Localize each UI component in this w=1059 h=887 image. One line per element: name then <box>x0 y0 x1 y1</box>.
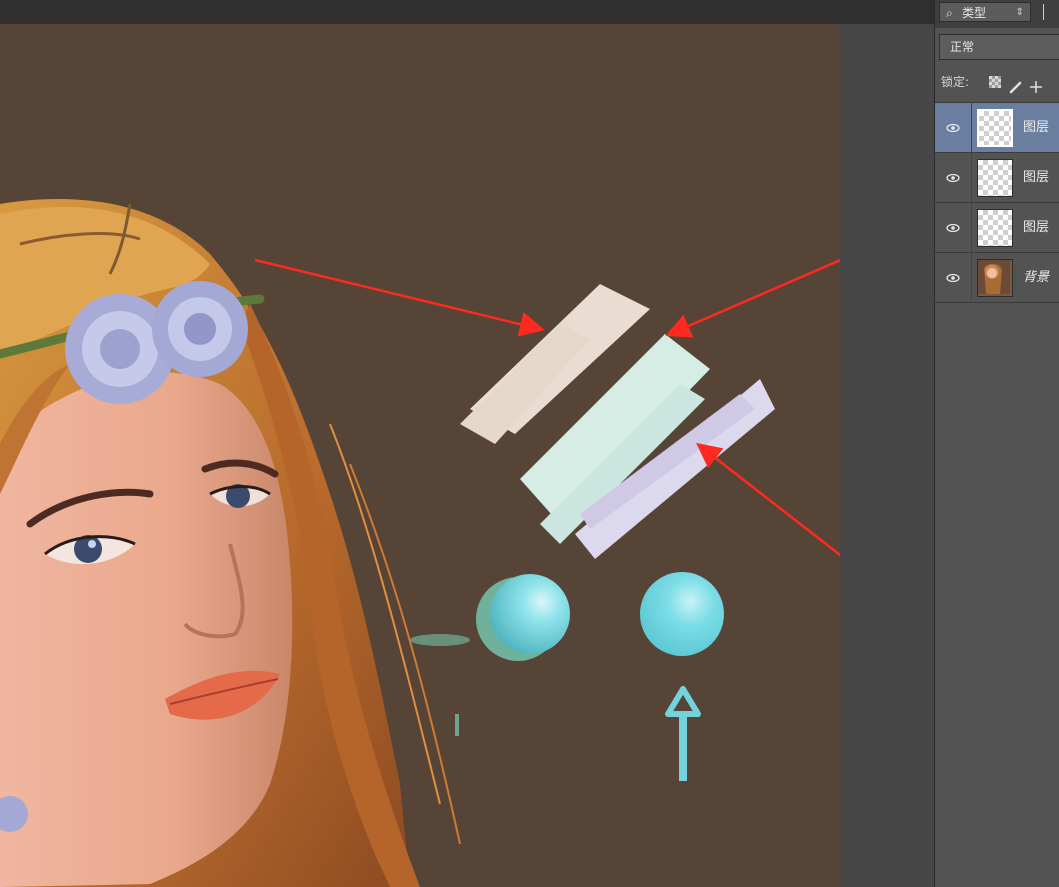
layer-row[interactable]: 图层 <box>935 153 1059 203</box>
layer-name[interactable]: 背景 <box>1023 253 1049 303</box>
layer-name[interactable]: 图层 <box>1023 203 1049 253</box>
lock-position-move-icon[interactable] <box>1029 76 1042 93</box>
layer-thumbnail <box>977 109 1013 147</box>
filter-type-label: 类型 <box>962 6 987 20</box>
blend-mode-dropdown[interactable]: 正常 <box>939 34 1059 60</box>
updown-icon: ⇕ <box>1015 7 1024 18</box>
layer-name[interactable]: 图层 <box>1023 103 1049 153</box>
lock-label: 锁定: <box>941 75 970 89</box>
eye-visibility-icon[interactable] <box>945 270 961 286</box>
eye-visibility-icon[interactable] <box>945 170 961 186</box>
color-swatch-strokes <box>460 284 775 559</box>
background-layer-thumbnail <box>977 259 1013 297</box>
lock-image-pixels-brush-icon[interactable] <box>1009 76 1022 94</box>
lock-transparent-pixels-icon[interactable] <box>989 76 1001 88</box>
layer-filter-dropdown[interactable]: ⌕ 类型 ⇕ <box>939 2 1031 22</box>
document-tab-bar <box>0 0 934 25</box>
lock-row: 锁定: <box>935 68 1059 96</box>
eye-visibility-icon[interactable] <box>945 220 961 236</box>
layer-row[interactable]: 图层 <box>935 103 1059 153</box>
face-shape <box>0 372 293 887</box>
layer-thumbnail <box>977 209 1013 247</box>
layer-name[interactable]: 图层 <box>1023 153 1049 203</box>
layer-row-background[interactable]: 背景 <box>935 253 1059 303</box>
bead-studies <box>410 572 724 781</box>
search-icon: ⌕ <box>946 6 953 20</box>
painting <box>0 199 775 887</box>
layer-thumbnail <box>977 159 1013 197</box>
layer-filter-row: ⌕ 类型 ⇕ <box>935 0 1059 28</box>
layer-row[interactable]: 图层 <box>935 203 1059 253</box>
document-canvas[interactable] <box>0 24 840 887</box>
filter-toggle-icon[interactable] <box>1043 4 1044 20</box>
layers-panel: ⌕ 类型 ⇕ 正常 锁定: 图层 图层 图层 背景 <box>934 0 1059 887</box>
eye-visibility-icon[interactable] <box>945 120 961 136</box>
